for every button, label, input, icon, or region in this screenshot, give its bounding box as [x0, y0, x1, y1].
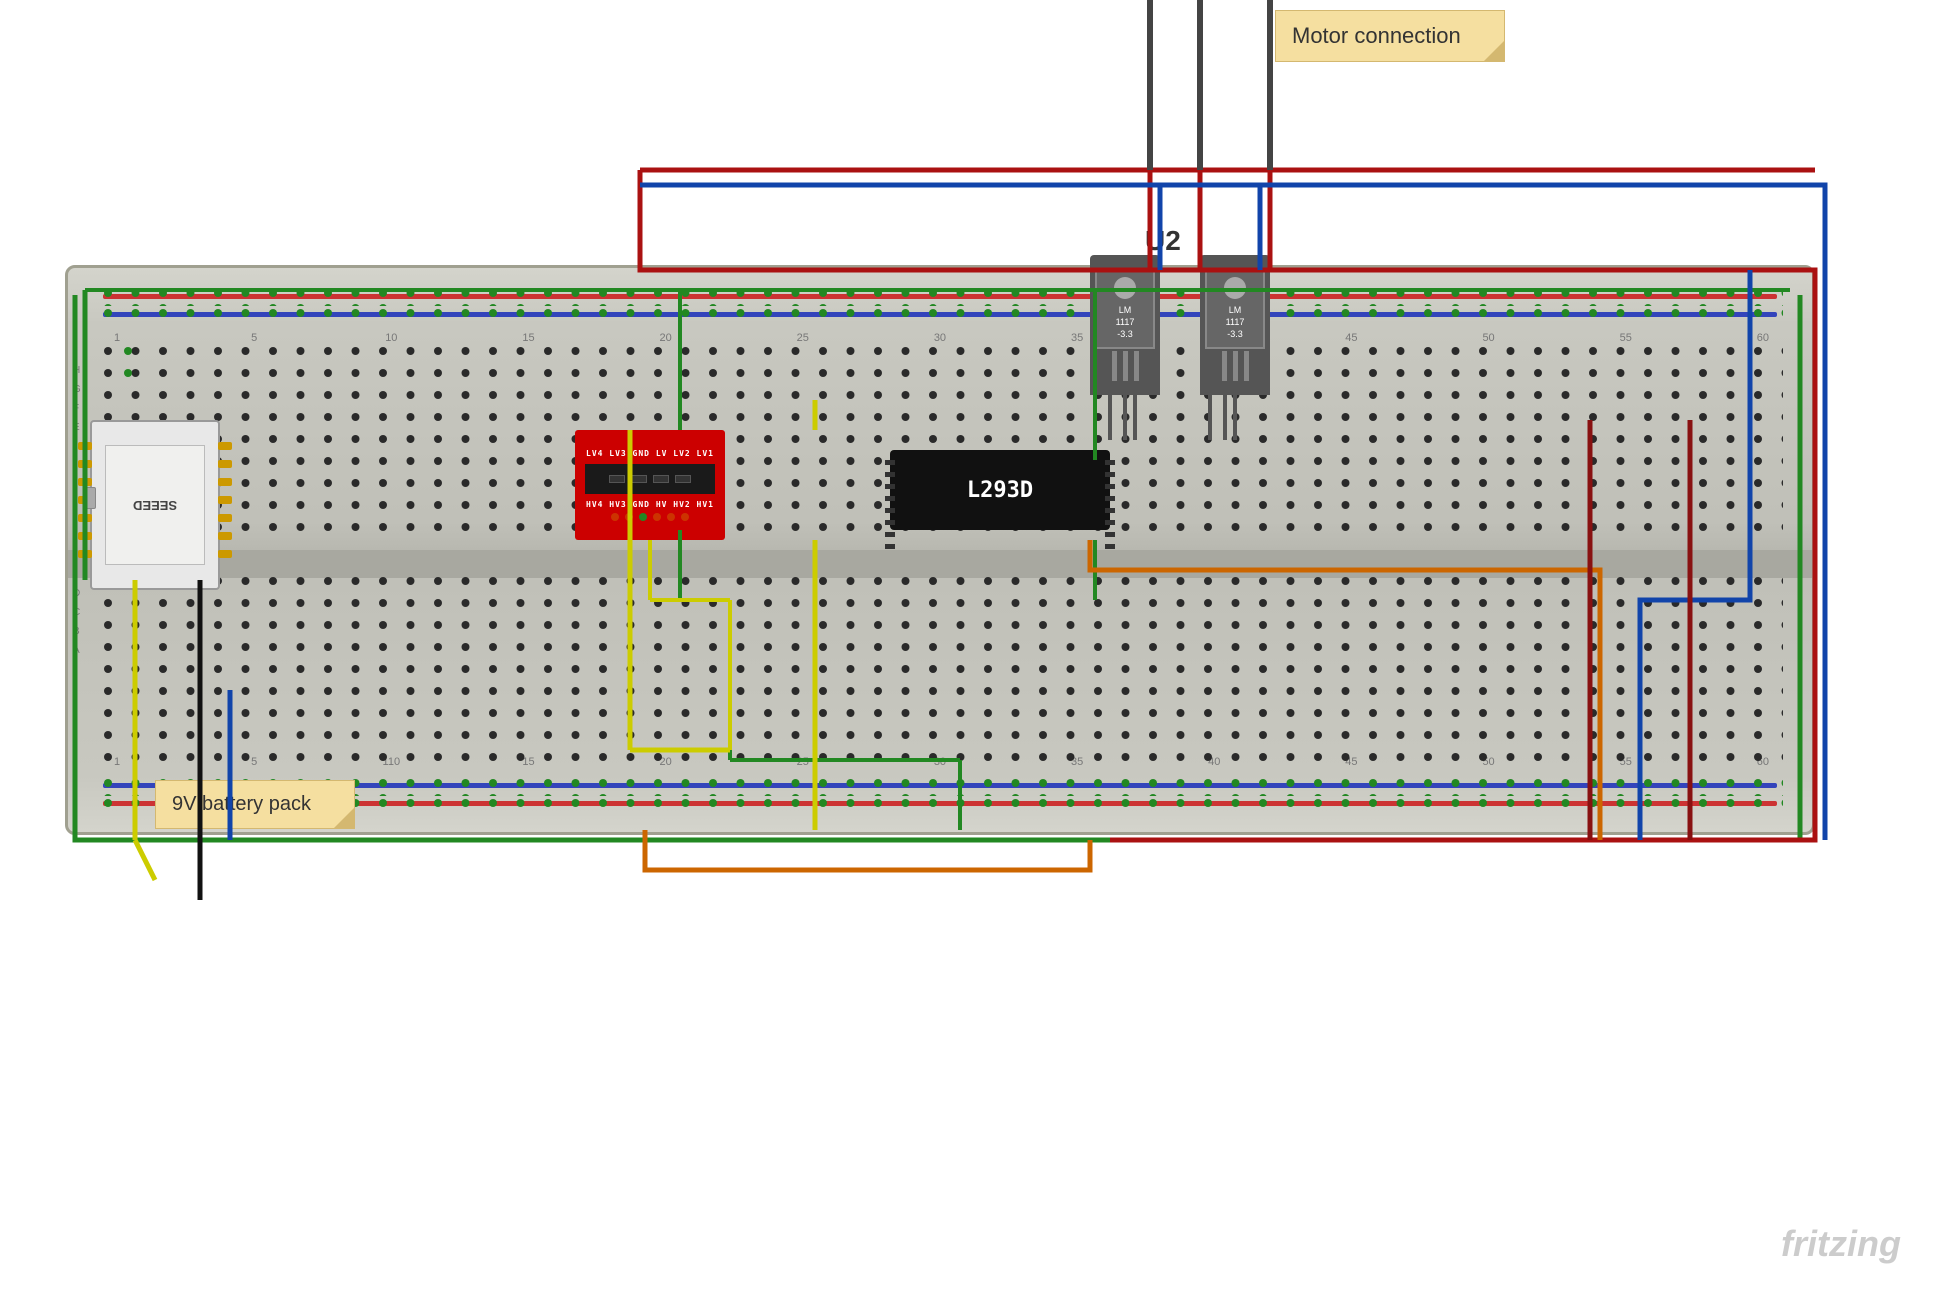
- holes-bottom: [103, 576, 1783, 774]
- lm1117-right: LM1117-3.3: [1200, 255, 1270, 395]
- row-letters-bottom: D C B A: [73, 588, 80, 656]
- battery-note: 9V battery pack: [155, 780, 355, 829]
- level-shifter: LV4 LV3 GND LV LV2 LV1 HV4 HV3 GND HV HV…: [575, 430, 725, 540]
- u2-label: U2: [1145, 225, 1181, 257]
- breadboard: 1 5 10 15 20 25 30 35 40 45 50 55 60 1 5…: [65, 265, 1815, 835]
- center-divider: [68, 550, 1812, 578]
- rail-dots-top: [103, 286, 1783, 324]
- lm1117-left: LM1117-3.3: [1090, 255, 1160, 395]
- esp32-module: SEEED: [90, 420, 220, 590]
- row-letters-top: I H G F E: [73, 346, 81, 433]
- motor-connection-note: Motor connection: [1275, 10, 1505, 62]
- rail-dots-bottom: [103, 776, 1783, 814]
- l293d-chip: L293D: [890, 450, 1110, 530]
- column-numbers-top: 1 5 10 15 20 25 30 35 40 45 50 55 60: [108, 332, 1772, 344]
- fritzing-watermark: fritzing: [1781, 1223, 1901, 1265]
